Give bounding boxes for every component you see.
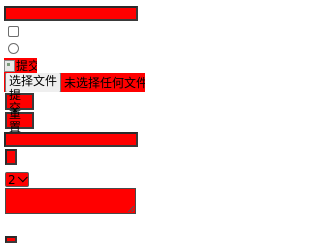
resize-grip-icon[interactable] <box>128 206 134 212</box>
chevron-down-icon <box>17 172 28 183</box>
select-value: 2 <box>8 172 16 187</box>
broken-image-icon <box>4 59 15 72</box>
text-input-middle[interactable] <box>4 132 138 147</box>
reset-button-label: 重置 <box>9 106 22 134</box>
image-submit-button[interactable]: 提交 <box>4 58 37 73</box>
checkbox[interactable] <box>8 26 19 37</box>
small-input[interactable] <box>5 149 17 165</box>
image-alt-text: 提交 <box>16 58 37 73</box>
number-select[interactable]: 2 <box>5 172 29 187</box>
radio-button[interactable] <box>8 43 19 54</box>
file-status-text: 未选择任何文件 <box>64 76 145 90</box>
partial-field-bottom[interactable] <box>5 236 17 243</box>
text-input-top[interactable] <box>4 6 138 21</box>
reset-button[interactable]: 重置 <box>5 107 34 133</box>
textarea[interactable] <box>5 188 136 214</box>
